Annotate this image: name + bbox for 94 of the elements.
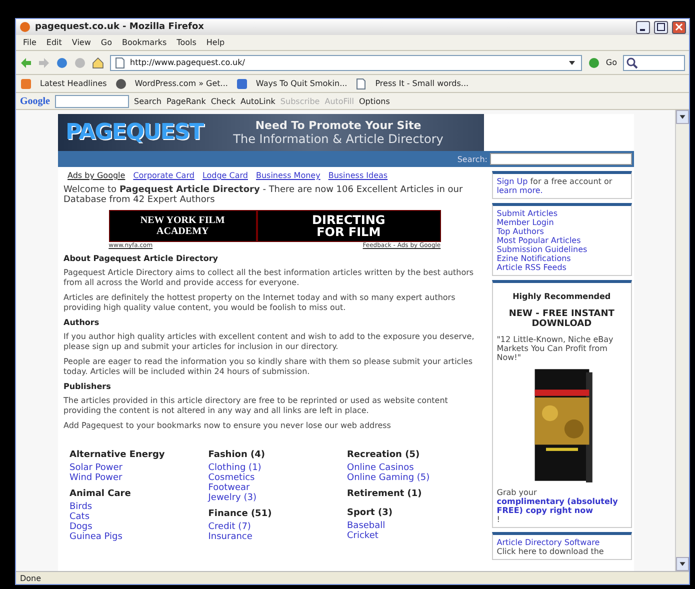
status-text: Done [20, 574, 42, 582]
toolbar-search-field[interactable] [55, 94, 129, 108]
paragraph: Articles are definitely the hottest property on the Internet today and with so many expert authors providing high quality value content, you would be foolish to miss out. [64, 293, 456, 313]
paragraph: Add Pagequest to your bookmarks now to ensure you never lose our web address [64, 421, 392, 431]
section-heading: Publishers [64, 382, 112, 391]
sidebar-link[interactable]: Most Popular Articles [496, 236, 626, 245]
category-link[interactable]: Credit (7) [208, 522, 347, 532]
menu-item[interactable]: Bookmarks [118, 38, 170, 47]
menu-item[interactable]: Help [203, 38, 228, 47]
category-heading: Animal Care [70, 489, 132, 499]
bookmark-link[interactable]: Press It - Small words... [375, 79, 469, 88]
category-link[interactable]: Solar Power [70, 463, 208, 473]
google-logo: Google [20, 96, 50, 106]
sidebar-link[interactable]: Submission Guidelines [496, 245, 626, 254]
back-arrow-icon[interactable] [20, 56, 32, 68]
category-link[interactable]: Clothing (1) [208, 463, 347, 473]
category-link[interactable]: Insurance [208, 532, 347, 542]
sidebar-link[interactable]: Submit Articles [496, 209, 626, 218]
category-heading: Sport (3) [347, 508, 394, 518]
paragraph: People are eager to read the information you so kindly share with them so please submit your articles today. Articles will be included within 24 hours of submission. [64, 357, 474, 377]
software-text: Click here to download the [496, 547, 605, 556]
category-link[interactable]: Cricket [347, 531, 486, 541]
site-logo: PAGEQUEST [66, 120, 204, 145]
category-link[interactable]: Footwear [208, 483, 347, 493]
toolbar-button[interactable]: Search [134, 96, 162, 106]
category-link[interactable]: Online Casinos [347, 463, 486, 473]
bookmark-link[interactable]: WordPress.com » Get... [134, 79, 228, 88]
category-heading: Fashion (4) [208, 450, 266, 460]
address-field[interactable]: http://www.pagequest.co.uk/ [110, 54, 582, 70]
toolbar-button[interactable]: Options [359, 96, 390, 106]
bookmark-link[interactable]: Latest Headlines [40, 79, 107, 88]
toolbar-button[interactable]: AutoLink [240, 96, 276, 106]
category-heading: Alternative Energy [70, 450, 166, 460]
category-link[interactable]: Cats [70, 512, 208, 522]
promo-heading: Highly Recommended [512, 292, 612, 301]
menu-item[interactable]: File [20, 38, 40, 47]
paragraph: The articles provided in this article directory are free to be reprinted or used as website content providing the content is not altered in any way and all links are left in place. [64, 396, 449, 416]
window-title: pagequest.co.uk - Mozilla Firefox [35, 22, 205, 32]
page-icon [114, 56, 126, 68]
banner-tagline: Need To Promote Your Site [255, 119, 422, 132]
maximize-button[interactable] [654, 20, 668, 34]
paragraph: Pagequest Article Directory aims to collect all the best information articles written by the best authors from all across the World and provide access for everyone. [64, 268, 475, 288]
learn-more-link[interactable]: learn more. [496, 186, 543, 195]
category-heading: Finance (51) [208, 509, 273, 519]
free-copy-link[interactable]: complimentary (absolutely FREE) copy right now [496, 497, 626, 515]
category-link[interactable]: Guinea Pigs [70, 532, 208, 542]
category-link[interactable]: Cosmetics [208, 473, 347, 483]
page-icon [355, 78, 368, 90]
welcome-text: Welcome to Pagequest Article Directory - There are now 106 Excellent Articles in our Database from 42 Expert Authors [64, 185, 464, 205]
ad-link[interactable]: Lodge Card [202, 171, 248, 180]
category-link[interactable]: Birds [70, 502, 208, 512]
ad-link[interactable]: Business Money [256, 171, 320, 180]
minimize-button[interactable] [636, 20, 650, 34]
maximize-icon [657, 23, 665, 31]
search-icon [626, 56, 638, 68]
sidebar-link[interactable]: Top Authors [496, 227, 626, 236]
search-label: Search: [457, 154, 488, 164]
paragraph: If you author high quality articles with excellent content and wish to add to the exposure you deserve, please sign up and submit your articles for inclusion in our directory. [64, 332, 476, 352]
menu-item[interactable]: Edit [43, 38, 65, 47]
promo-offer: NEW - FREE INSTANT DOWNLOAD [508, 309, 616, 329]
signup-text: Sign Up for a free account or learn more. [496, 177, 614, 195]
signup-link[interactable]: Sign Up [496, 177, 528, 186]
close-button[interactable] [672, 20, 686, 34]
category-link[interactable]: Online Gaming (5) [347, 473, 486, 483]
section-heading: About Pagequest Article Directory [64, 254, 220, 263]
sidebar-link[interactable]: Article RSS Feeds [496, 263, 626, 272]
category-link[interactable]: Jewelry (3) [208, 493, 347, 503]
home-icon[interactable] [92, 56, 104, 68]
menu-item[interactable]: View [68, 38, 94, 47]
banner-subtitle: The Information & Article Directory [233, 132, 444, 146]
go-button[interactable]: Go [606, 58, 617, 67]
search-field[interactable] [623, 54, 685, 70]
promo-text: Grab your complimentary (absolutely FREE) copy right now ! [496, 488, 626, 524]
menu-item[interactable]: Tools [174, 38, 200, 47]
sidebar-link[interactable]: Member Login [496, 218, 626, 227]
ad-banner[interactable]: NEW YORK FILM ACADEMY DIRECTING FOR FILM [108, 210, 441, 242]
bookmark-link[interactable]: Ways To Quit Smokin... [256, 79, 348, 88]
category-link[interactable]: Wind Power [70, 473, 208, 483]
toolbar-button[interactable]: Check [210, 96, 236, 106]
sidebar-link[interactable]: Ezine Notifications [496, 254, 626, 263]
software-link[interactable]: Article Directory Software [496, 538, 626, 547]
site-search-field[interactable] [490, 153, 632, 165]
toolbar-button[interactable]: PageRank [166, 96, 206, 106]
section-heading: Authors [64, 318, 100, 327]
category-heading: Recreation (5) [347, 450, 421, 460]
menu-item[interactable]: Go [98, 38, 115, 47]
ad-link[interactable]: Corporate Card [133, 171, 194, 180]
ad-link[interactable]: Business Ideas [328, 171, 388, 180]
close-icon [675, 23, 683, 31]
ads-label[interactable]: Ads by Google [68, 171, 126, 180]
category-heading: Retirement (1) [347, 489, 423, 499]
category-link[interactable]: Dogs [70, 522, 208, 532]
promo-quote: "12 Little-Known, Niche eBay Markets You Can Profit from Now!" [496, 335, 614, 362]
category-link[interactable]: Baseball [347, 521, 486, 531]
